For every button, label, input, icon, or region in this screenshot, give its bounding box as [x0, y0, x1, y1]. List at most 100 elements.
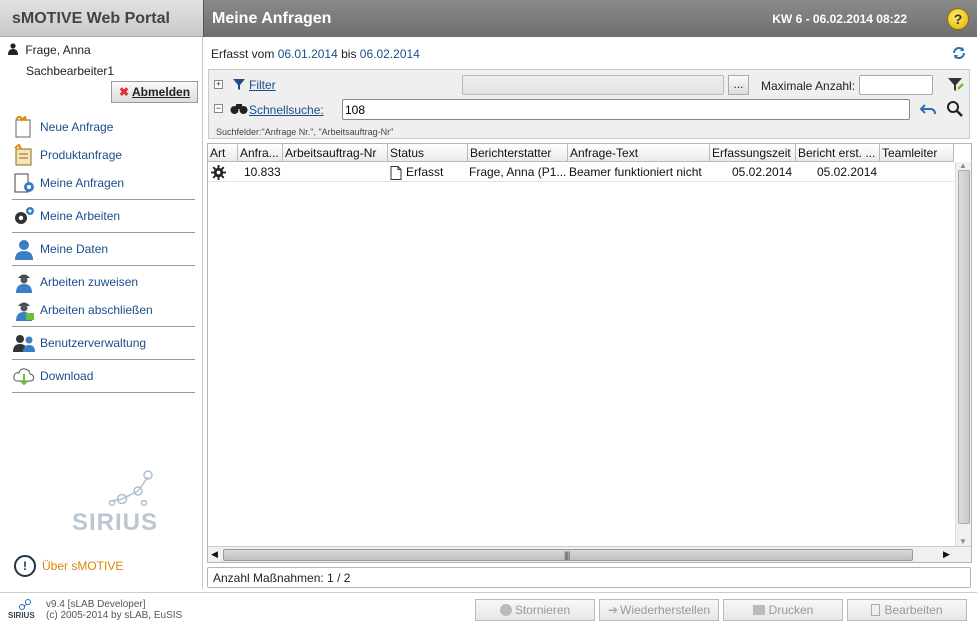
sidebar-item-neue-anfrage[interactable]: Neue Anfrage: [12, 113, 195, 141]
results-table: Art Anfra... Arbeitsauftrag-Nr Status Be…: [207, 143, 972, 563]
cell-berichterstatter: Frage, Anna (P1...: [469, 165, 567, 179]
cell-anfrage: 10.833: [244, 165, 281, 179]
cell-anfrage-text: Beamer funktioniert nicht: [569, 165, 702, 179]
column-header-arbeitsauftrag[interactable]: Arbeitsauftrag-Nr: [283, 144, 388, 162]
grip-icon: ||||: [564, 550, 570, 560]
brand-title: sMOTIVE Web Portal: [12, 10, 170, 27]
user-role: Sachbearbeiter1: [26, 64, 115, 78]
clipboard-icon: [871, 604, 881, 616]
sidebar-item-label: Neue Anfrage: [40, 120, 114, 134]
search-fields-hint: Suchfelder:"Anfrage Nr.", "Arbeitsauftra…: [216, 127, 394, 137]
filter-panel: + Filter ... Maximale Anzahl: − Schnells…: [208, 69, 970, 139]
cell-status: Erfasst: [406, 165, 444, 179]
sidebar-item-label: Benutzerverwaltung: [40, 336, 147, 350]
version-line: v9.4 [sLAB Developer]: [46, 599, 146, 610]
page-title: Meine Anfragen: [212, 10, 332, 27]
sidebar-item-meine-anfragen[interactable]: Meine Anfragen: [12, 169, 195, 197]
week-date-label: KW 6 - 06.02.2014 08:22: [772, 12, 907, 26]
range-to-link[interactable]: 06.02.2014: [360, 47, 420, 61]
version-info: v9.4 [sLAB Developer] (c) 2005-2014 by s…: [46, 599, 182, 621]
scroll-down-arrow[interactable]: ▼: [959, 537, 967, 546]
help-icon[interactable]: ?: [947, 8, 969, 30]
sidebar: Frage, Anna Sachbearbeiter1 ✖ Abmelden Ne…: [0, 37, 203, 590]
column-header-erfassungszeit[interactable]: Erfassungszeit: [710, 144, 796, 162]
horizontal-scrollbar[interactable]: ◀ |||| ▶: [208, 546, 971, 562]
logout-button[interactable]: ✖ Abmelden: [111, 81, 198, 103]
about-label: Über sMOTIVE: [42, 559, 124, 573]
column-header-berichterstatter[interactable]: Berichterstatter: [468, 144, 568, 162]
restore-label: Wiederherstellen: [620, 603, 711, 617]
sirius-logo: SIRIUS: [72, 469, 162, 544]
product-request-icon: [14, 144, 32, 166]
print-button[interactable]: Drucken: [723, 599, 843, 621]
undo-icon[interactable]: [920, 101, 936, 117]
column-header-anfrage-text[interactable]: Anfrage-Text: [568, 144, 710, 162]
sidebar-item-meine-daten[interactable]: Meine Daten: [12, 235, 195, 263]
column-header-teamleiter[interactable]: Teamleiter: [880, 144, 954, 162]
logout-label: Abmelden: [132, 85, 191, 99]
sidebar-item-label: Arbeiten zuweisen: [40, 275, 139, 289]
gears-icon: [15, 207, 34, 224]
table-header: Art Anfra... Arbeitsauftrag-Nr Status Be…: [208, 144, 954, 162]
horizontal-scroll-thumb[interactable]: ||||: [223, 549, 913, 561]
column-header-anfrage[interactable]: Anfra...: [238, 144, 283, 162]
table-row[interactable]: 10.833 Erfasst Frage, Anna (P1... Beamer…: [208, 163, 954, 182]
sidebar-item-label: Meine Arbeiten: [40, 209, 121, 223]
printer-icon: [752, 605, 765, 615]
divider: [12, 199, 195, 200]
filter-link[interactable]: Filter: [249, 78, 276, 92]
vertical-scrollbar[interactable]: ▲ ▼: [955, 161, 971, 547]
filter-dots-button[interactable]: ...: [728, 75, 749, 95]
user-info: Frage, Anna: [8, 43, 91, 57]
scroll-right-arrow[interactable]: ▶: [943, 549, 950, 560]
vertical-scroll-thumb[interactable]: [958, 170, 970, 524]
column-header-art[interactable]: Art: [208, 144, 238, 162]
document-icon: [390, 166, 402, 180]
max-count-input[interactable]: [859, 75, 933, 95]
max-count-label: Maximale Anzahl:: [761, 79, 856, 93]
cancel-button[interactable]: Stornieren: [475, 599, 595, 621]
sidebar-item-meine-arbeiten[interactable]: Meine Arbeiten: [12, 202, 195, 230]
sidebar-item-label: Meine Daten: [40, 242, 109, 256]
column-header-bericht[interactable]: Bericht erst. ...: [796, 144, 880, 162]
sidebar-item-benutzerverwaltung[interactable]: Benutzerverwaltung: [12, 329, 195, 357]
cancel-icon: [499, 604, 512, 616]
worker-complete-icon: [16, 302, 34, 321]
column-header-status[interactable]: Status: [388, 144, 468, 162]
arrow-right-icon: ➔: [607, 603, 618, 617]
user-data-icon: [15, 240, 33, 260]
person-icon: [8, 43, 18, 55]
brand-header: sMOTIVE Web Portal: [0, 0, 203, 37]
edit-button[interactable]: Bearbeiten: [847, 599, 967, 621]
cell-teamleiter: [882, 163, 952, 182]
filter-field[interactable]: [462, 75, 724, 95]
clear-filter-icon[interactable]: [947, 76, 965, 94]
sidebar-item-download[interactable]: Download: [12, 362, 195, 390]
footer-logo: SIRIUS: [8, 598, 38, 622]
refresh-icon[interactable]: [951, 45, 967, 61]
divider: [12, 232, 195, 233]
sidebar-item-produktanfrage[interactable]: Produktanfrage: [12, 141, 195, 169]
about-link[interactable]: ! Über sMOTIVE: [14, 555, 123, 577]
scroll-up-arrow[interactable]: ▲: [959, 161, 967, 170]
divider: [12, 359, 195, 360]
sidebar-nav: Neue Anfrage Produktanfrage Meine Anfrag…: [12, 113, 195, 395]
divider: [12, 392, 195, 393]
range-from-link[interactable]: 06.01.2014: [278, 47, 338, 61]
sidebar-item-label: Produktanfrage: [40, 148, 123, 162]
sidebar-item-label: Download: [40, 369, 94, 383]
info-icon: !: [14, 555, 36, 577]
sidebar-item-arbeiten-abschliessen[interactable]: Arbeiten abschließen: [12, 296, 195, 324]
sirius-logo-text: SIRIUS: [72, 509, 159, 536]
search-icon[interactable]: [946, 100, 964, 118]
restore-button[interactable]: ➔ Wiederherstellen: [599, 599, 719, 621]
footer-logo-text: SIRIUS: [8, 611, 35, 620]
scroll-left-arrow[interactable]: ◀: [211, 549, 218, 560]
help-glyph: ?: [953, 11, 963, 27]
quicksearch-input[interactable]: [342, 99, 910, 120]
sidebar-item-arbeiten-zuweisen[interactable]: Arbeiten zuweisen: [12, 268, 195, 296]
expand-filter-toggle[interactable]: +: [214, 80, 223, 89]
collapse-quicksearch-toggle[interactable]: −: [214, 104, 223, 113]
funnel-icon: [233, 79, 245, 90]
quicksearch-link[interactable]: Schnellsuche:: [249, 103, 324, 117]
